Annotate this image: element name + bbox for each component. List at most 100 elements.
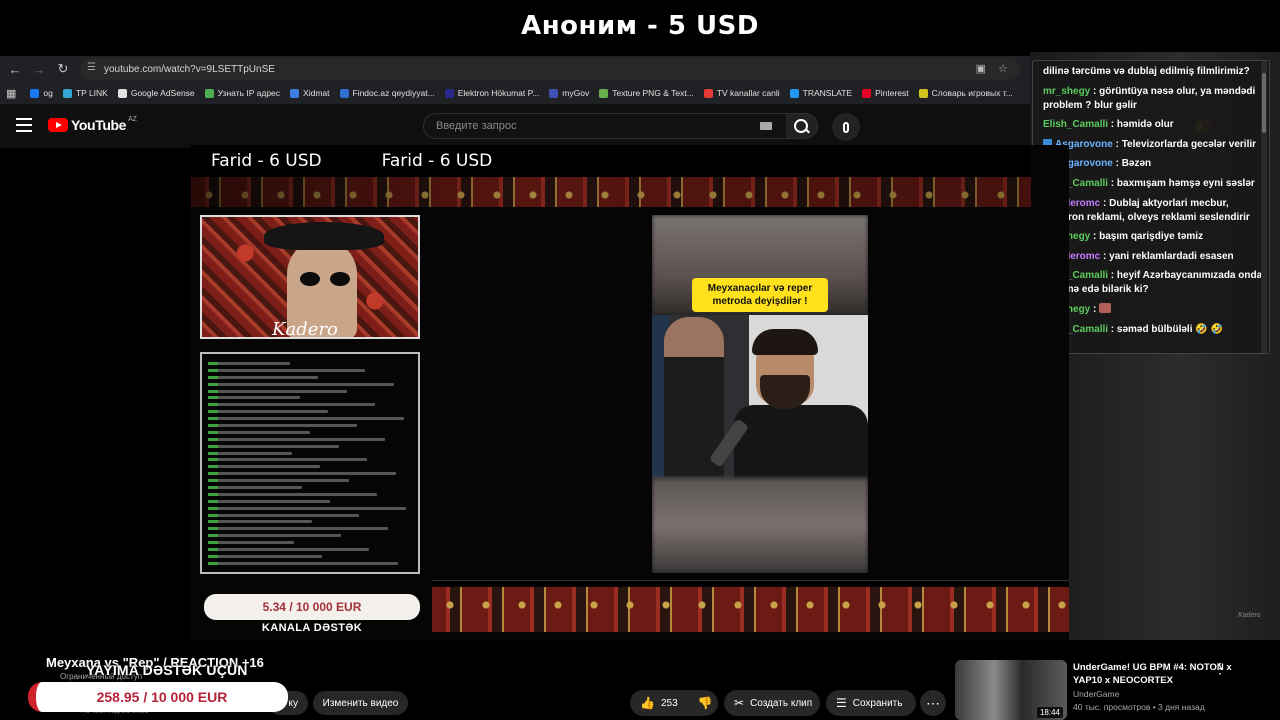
chat-username[interactable]: Elish_Camalli: [1043, 119, 1108, 130]
bookmark-item[interactable]: Xidmat: [290, 88, 330, 98]
site-info-icon[interactable]: ☰: [87, 62, 96, 73]
mini-chat-line: [208, 444, 339, 448]
stream-goal-label: KANALA DƏSTƏK: [261, 622, 363, 634]
bookmark-item[interactable]: Elektron Hökumat P...: [444, 88, 539, 98]
browser-toolbar: ← → ↻ ☰ youtube.com/watch?v=9LSETTpUnSE …: [0, 56, 1030, 82]
search-input[interactable]: Введите запрос: [423, 113, 787, 139]
donor-ticker: Farid - 6 USD Farid - 6 USD: [191, 145, 1031, 177]
chat-message: Asgarovone : Televizorlarda gecələr veri…: [1043, 138, 1263, 152]
mini-chat-line: [208, 396, 300, 400]
reload-icon[interactable]: ↻: [51, 56, 75, 82]
menu-icon[interactable]: [16, 118, 32, 132]
bookmark-favicon-icon: [444, 88, 454, 98]
recommended-meta: 40 тыс. просмотров • 3 дня назад: [1073, 702, 1205, 712]
edit-video-button[interactable]: Изменить видео: [313, 691, 408, 715]
bookmark-item[interactable]: Словарь игровых т...: [918, 88, 1013, 98]
keyboard-icon[interactable]: [760, 122, 772, 130]
chat-message: mr_shegy : görüntüya nəsə olur, ya məndə…: [1043, 85, 1256, 111]
create-clip-button[interactable]: ✂ Создать клип: [724, 690, 820, 716]
chat-message: Elish_Camalli : səməd bülbüləli 🤣 🤣: [1043, 323, 1223, 335]
bookmark-favicon-icon: [204, 88, 214, 98]
bookmark-label: Pinterest: [875, 88, 909, 98]
mini-chat-line: [208, 527, 388, 531]
chat-message: mr_shegy : başım qarişdiye təmiz: [1043, 230, 1263, 244]
chat-message-list: dilinə tərcümə və dublaj edilmiş filmlir…: [1043, 65, 1263, 337]
mini-chat-line: [208, 548, 370, 552]
mini-chat-line: [208, 375, 319, 379]
mini-chat-line: [208, 403, 376, 407]
chat-text: Televizorlarda gecələr verilir: [1121, 138, 1257, 150]
cast-icon[interactable]: ▣: [976, 62, 986, 75]
search-button[interactable]: [786, 113, 818, 139]
mini-chat-line: [208, 458, 368, 462]
mini-chat-line: [208, 534, 341, 538]
mini-chat-line: [208, 499, 331, 503]
mini-chat-line: [208, 479, 349, 483]
chat-text: başım qarişdiye təmiz: [1099, 231, 1204, 243]
youtube-wordmark: YouTube: [71, 117, 127, 133]
bookmark-item[interactable]: Texture PNG & Text...: [599, 88, 694, 98]
search-placeholder: Введите запрос: [436, 120, 517, 132]
recommended-title[interactable]: UnderGame! UG BPM #4: NOTON x YAP10 x NE…: [1073, 661, 1263, 687]
bookmark-item[interactable]: Pinterest: [862, 88, 909, 98]
bookmark-label: Словарь игровых т...: [931, 88, 1013, 98]
embedded-player-bar: [432, 580, 1069, 586]
mini-chat-line: [208, 410, 329, 414]
bookmark-item[interactable]: TRANSLATE: [789, 88, 852, 98]
bookmark-item[interactable]: Узнать IP адрес: [204, 88, 281, 98]
save-button[interactable]: ☰ Сохранить: [826, 690, 916, 716]
like-dislike-group[interactable]: 👍 253 👎: [630, 690, 718, 716]
recommended-channel[interactable]: UnderGame: [1073, 689, 1119, 699]
apps-icon[interactable]: ▦: [6, 87, 16, 100]
forward-icon[interactable]: →: [27, 56, 51, 82]
youtube-logo[interactable]: YouTube AZ: [48, 116, 137, 133]
video-duration: 18:44: [1036, 707, 1063, 718]
chat-message: mr_shegy :: [1043, 302, 1263, 317]
bookmark-favicon-icon: [599, 88, 609, 98]
bookmark-favicon-icon: [703, 88, 713, 98]
bookmark-favicon-icon: [862, 88, 872, 98]
bookmark-favicon-icon: [789, 88, 799, 98]
bookmark-item[interactable]: TV kanallar canli: [703, 88, 780, 98]
chat-scrollbar[interactable]: [1261, 61, 1267, 353]
mini-chat-line: [208, 472, 396, 476]
save-icon: ☰: [836, 696, 847, 710]
streamer-signature: Kadero: [272, 319, 338, 339]
mini-chat-line: [208, 520, 313, 524]
voice-search-button[interactable]: [832, 113, 860, 141]
bookmark-label: Texture PNG & Text...: [612, 88, 694, 98]
chat-message: Asgarovone : Bəzən: [1043, 157, 1263, 171]
streamer-hat: [264, 222, 384, 250]
bookmark-item[interactable]: Findoc.az qeydiyyat...: [339, 88, 435, 98]
create-clip-label: Создать клип: [750, 697, 813, 709]
address-bar[interactable]: ☰ youtube.com/watch?v=9LSETTpUnSE ▣ ☆: [80, 58, 1020, 80]
thumbs-up-icon[interactable]: 👍: [640, 696, 655, 710]
url-text: youtube.com/watch?v=9LSETTpUnSE: [104, 63, 275, 75]
video-caption: Meyxanaçılar və reper metroda deyişdilər…: [692, 278, 828, 312]
chat-username[interactable]: mr_shegy: [1043, 86, 1090, 97]
back-icon[interactable]: ←: [3, 56, 27, 82]
bookmark-favicon-icon: [549, 88, 559, 98]
bookmark-item[interactable]: myGov: [549, 88, 589, 98]
mini-chat-line: [208, 362, 290, 365]
chat-emote-icon: [1099, 302, 1112, 313]
support-overlay-label: YAYIMA DƏSTƏK UÇUN: [86, 662, 248, 678]
bookmark-item[interactable]: og: [30, 88, 53, 98]
bookmark-item[interactable]: TP LINK: [62, 88, 108, 98]
video-blur-bottom: [652, 478, 868, 573]
more-actions-button[interactable]: ⋯: [920, 690, 946, 716]
recommended-thumbnail[interactable]: 18:44: [955, 660, 1067, 720]
mini-chat-line: [208, 424, 357, 428]
recommended-menu-icon[interactable]: ⋮: [1213, 660, 1227, 677]
bookmark-label: Узнать IP адрес: [217, 88, 281, 98]
bookmark-item[interactable]: Google AdSense: [117, 88, 195, 98]
mini-chat-line: [208, 368, 366, 372]
streamer-webcam: Kadero: [200, 215, 420, 339]
donation-banner: Аноним - 5 USD: [0, 0, 1280, 52]
chat-text: Bəzən: [1121, 158, 1152, 170]
thumbs-down-icon[interactable]: 👎: [698, 696, 713, 710]
bookmark-label: TV kanallar canli: [716, 88, 780, 98]
bookmark-star-icon[interactable]: ☆: [998, 62, 1008, 75]
bookmark-label: myGov: [562, 88, 590, 98]
mini-chat-line: [208, 541, 294, 545]
